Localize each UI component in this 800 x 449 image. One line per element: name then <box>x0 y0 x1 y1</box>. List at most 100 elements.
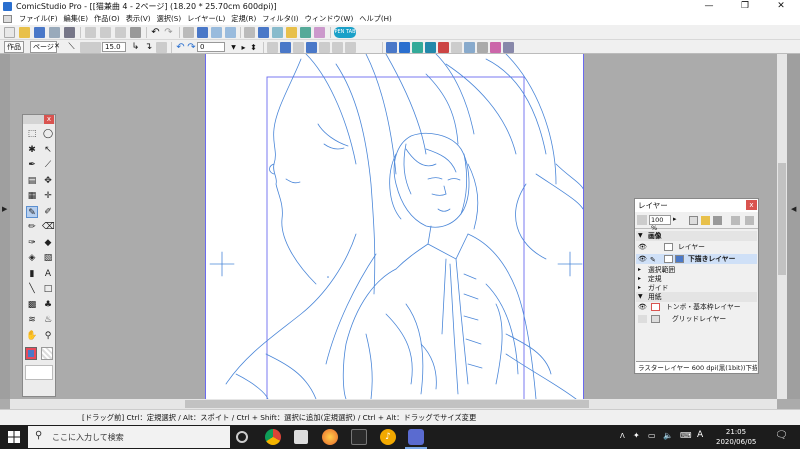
bucket-icon[interactable]: ◈ <box>26 252 38 264</box>
document-menu-icon[interactable] <box>3 15 12 23</box>
comicstudio-taskbar-icon[interactable] <box>408 429 424 445</box>
restore-button[interactable]: ❐ <box>727 0 763 13</box>
brush-size-field[interactable]: 15.0 <box>102 42 126 52</box>
delete-layer-icon[interactable] <box>713 216 722 225</box>
material-icon[interactable] <box>286 27 297 38</box>
cortana-icon[interactable] <box>236 431 248 443</box>
view-icon[interactable] <box>183 27 194 38</box>
arrow-down-icon[interactable]: ⬍ <box>248 42 259 53</box>
smudge-icon[interactable]: ♨ <box>42 314 54 326</box>
color-icon[interactable] <box>314 27 325 38</box>
new-layer-icon[interactable] <box>689 216 698 225</box>
zoom-icon[interactable]: ⚲ <box>42 330 54 342</box>
distort-icon[interactable] <box>293 42 304 53</box>
line-option-icon[interactable]: ⟍ <box>66 42 77 53</box>
layer-palette-icon[interactable] <box>258 27 269 38</box>
curve2-icon[interactable]: ↴ <box>143 42 154 53</box>
taskbar-clock[interactable]: 21:05 2020/06/05 <box>716 427 756 447</box>
chevron-down-icon[interactable]: ▼ <box>638 292 643 302</box>
transform-icon[interactable] <box>267 42 278 53</box>
ime-indicator[interactable]: A <box>697 430 703 440</box>
eraser-icon[interactable]: ⌫ <box>42 221 55 233</box>
move-icon[interactable]: ✛ <box>42 190 54 202</box>
vertical-scroll-thumb[interactable] <box>778 163 786 275</box>
network-icon[interactable]: ▭ <box>648 431 656 440</box>
tab-work[interactable]: 作品 <box>4 41 24 53</box>
flip-h-icon[interactable] <box>306 42 317 53</box>
tab-page[interactable]: ページ <box>30 41 57 53</box>
center-icon[interactable] <box>345 42 356 53</box>
frame-icon[interactable]: □ <box>42 283 54 295</box>
taskbar-search-box[interactable]: ⚲ ここに入力して検索 <box>28 426 230 448</box>
transparent-color-swatch[interactable] <box>41 347 53 360</box>
page-tab-close-icon[interactable]: ✕ <box>54 42 60 50</box>
rect-select-icon[interactable]: ⬚ <box>26 128 38 140</box>
text-icon[interactable]: A <box>42 268 54 280</box>
windows-start-icon[interactable] <box>8 431 20 443</box>
menu-layer[interactable]: レイヤー(L) <box>184 14 228 24</box>
menu-view[interactable]: 表示(V) <box>123 14 154 24</box>
cut-icon[interactable] <box>85 27 96 38</box>
tone-icon[interactable]: ▩ <box>26 299 38 311</box>
gradient-icon[interactable]: ▮ <box>26 268 38 280</box>
layer-mode-icon[interactable] <box>637 215 647 225</box>
palette-icon[interactable] <box>244 27 255 38</box>
grid-option-icon[interactable] <box>464 42 475 53</box>
menu-filter[interactable]: フィルタ(I) <box>259 14 301 24</box>
chevron-down-icon[interactable]: ▼ <box>638 231 643 241</box>
tray-chevron-icon[interactable]: ᐱ <box>620 432 625 440</box>
redo-icon[interactable]: ↷ <box>163 27 174 38</box>
drawing-color-swatch[interactable] <box>28 350 34 357</box>
paste-icon[interactable] <box>115 27 126 38</box>
eyedropper-icon[interactable]: ⟋ <box>42 159 54 171</box>
scale-icon[interactable] <box>280 42 291 53</box>
canvas-page[interactable] <box>205 54 584 399</box>
pencil-icon[interactable]: ✎ <box>26 205 38 218</box>
story-view-icon[interactable] <box>225 27 236 38</box>
fill-icon[interactable]: ◆ <box>42 237 54 249</box>
chrome-icon[interactable] <box>265 429 281 445</box>
layer-row-selected[interactable]: 👁 ✎ 下描きレイヤー <box>636 254 757 264</box>
rotate-left-icon[interactable]: ↶ <box>175 42 186 53</box>
layer-move-icon[interactable]: ▤ <box>26 175 38 187</box>
snap-option-icon[interactable] <box>477 42 488 53</box>
history-icon[interactable] <box>300 27 311 38</box>
shape2-option-icon[interactable] <box>90 42 101 53</box>
tray-app-icon[interactable]: ✦ <box>633 431 640 440</box>
file-explorer-icon[interactable] <box>294 430 308 444</box>
lasso-icon[interactable]: ◯ <box>42 128 54 140</box>
menu-help[interactable]: ヘルプ(H) <box>356 14 395 24</box>
lock-layer-icon[interactable] <box>731 216 740 225</box>
tool-palette-close-button[interactable]: x <box>44 115 54 124</box>
open-file-icon[interactable] <box>19 27 30 38</box>
layer-opacity-field[interactable]: 100 % <box>649 215 671 232</box>
curve-icon[interactable]: ↳ <box>130 42 141 53</box>
horizontal-scroll-thumb[interactable] <box>185 400 589 408</box>
marker-icon[interactable]: ✐ <box>42 206 54 218</box>
menu-window[interactable]: ウィンドウ(W) <box>302 14 357 24</box>
layer-row[interactable]: グリッドレイヤー <box>636 314 757 324</box>
blur-icon[interactable]: ≋ <box>26 314 38 326</box>
close-window-button[interactable]: ✕ <box>763 0 799 13</box>
pen-icon[interactable]: ✒ <box>26 159 38 171</box>
music-app-icon[interactable]: ♪ <box>380 429 396 445</box>
pattern-icon[interactable]: ▧ <box>42 252 54 264</box>
object-icon[interactable]: ✥ <box>42 175 54 187</box>
hand-icon[interactable]: ✋ <box>26 330 38 342</box>
right-panel-toggle-icon[interactable]: ◀ <box>791 205 796 213</box>
layer-row[interactable]: 👁 トンボ・基本枠レイヤー <box>636 302 757 312</box>
rotate-right-icon[interactable]: ↷ <box>186 42 197 53</box>
menu-file[interactable]: ファイル(F) <box>16 14 61 24</box>
opacity-arrow-icon[interactable]: ▸ <box>673 215 677 223</box>
pen-tool-option-icon[interactable] <box>386 42 397 53</box>
page-view-icon[interactable] <box>197 27 208 38</box>
layer-group-image[interactable]: ▼ 画像 <box>636 231 757 241</box>
effect-option-icon[interactable] <box>490 42 501 53</box>
new-folder-icon[interactable] <box>701 216 710 225</box>
pentab-button[interactable]: PEN TAB <box>334 27 356 38</box>
nav-palette-icon[interactable] <box>272 27 283 38</box>
rotation-field[interactable]: 0 <box>197 42 225 52</box>
left-panel-toggle-icon[interactable]: ▶ <box>2 205 7 213</box>
firefox-icon[interactable] <box>322 429 338 445</box>
save-icon[interactable] <box>34 27 45 38</box>
